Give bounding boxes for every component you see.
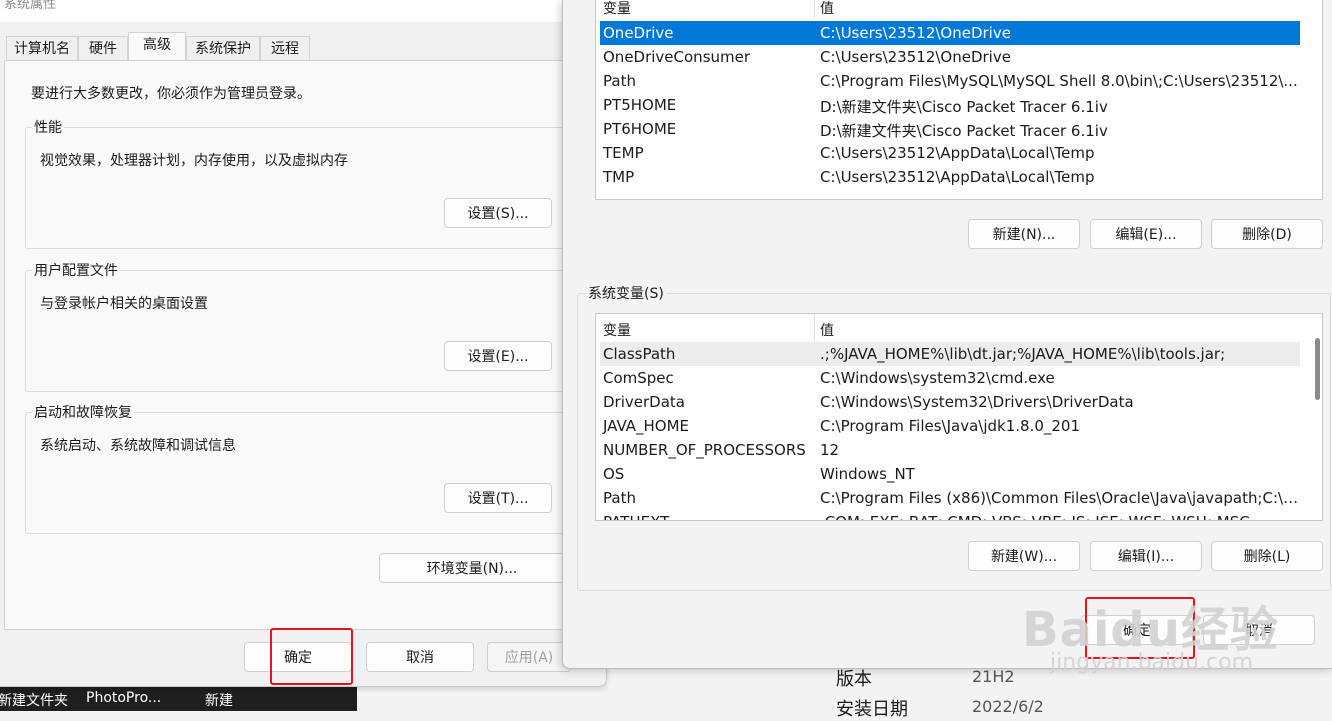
list-row[interactable]: OneDriveConsumer C:\Users\23512\OneDrive [600, 45, 1300, 69]
variable-value: C:\Users\23512\OneDrive [820, 24, 1011, 42]
variable-name: NUMBER_OF_PROCESSORS [603, 441, 806, 459]
list-row[interactable]: ClassPath .;%JAVA_HOME%\lib\dt.jar;%JAVA_… [600, 342, 1300, 366]
scrollbar-thumb[interactable] [1315, 338, 1320, 400]
advanced-tab-panel: 要进行大多数更改，你必须作为管理员登录。 性能 视觉效果，处理器计划，内存使用，… [4, 60, 575, 630]
tab-remote[interactable]: 远程 [260, 36, 310, 61]
variable-value: D:\新建文件夹\Cisco Packet Tracer 6.1iv [820, 122, 1108, 140]
admin-notice: 要进行大多数更改，你必须作为管理员登录。 [31, 86, 311, 102]
list-row[interactable]: PT6HOME D:\新建文件夹\Cisco Packet Tracer 6.1i… [600, 117, 1300, 141]
list-row[interactable]: OS Windows_NT [600, 462, 1300, 486]
system-properties-dialog: 系统属性 计算机名 硬件 高级 系统保护 远程 要进行大多数更改，你必须作为管理… [0, 0, 607, 687]
variable-name: TEMP [603, 144, 644, 162]
list-row[interactable]: DriverData C:\Windows\System32\Drivers\Dr… [600, 390, 1300, 414]
system-edit-button[interactable]: 编辑(I)... [1090, 541, 1202, 571]
variable-value: C:\Users\23512\OneDrive [820, 48, 1011, 66]
variable-value: C:\Program Files\Java\jdk1.8.0_201 [820, 417, 1081, 435]
performance-description: 视觉效果，处理器计划，内存使用，以及虚拟内存 [40, 153, 348, 169]
user-profiles-group: 用户配置文件 与登录帐户相关的桌面设置 设置(E)... [25, 260, 575, 392]
environment-variables-button[interactable]: 环境变量(N)... [379, 553, 565, 583]
system-variables-label: 系统变量(S) [586, 283, 666, 303]
taskbar-item-new[interactable]: 新建 [205, 690, 233, 710]
version-value: 21H2 [972, 667, 1015, 686]
list-row[interactable]: PATHEXT .COM;.EXE;.BAT;.CMD;.VBS;.VBE;.JS… [600, 510, 1300, 520]
list-row[interactable]: JAVA_HOME C:\Program Files\Java\jdk1.8.0_… [600, 414, 1300, 438]
variable-name: PT5HOME [603, 96, 677, 114]
variable-name: OS [603, 465, 625, 483]
system-vars-col-name[interactable]: 变量 [603, 320, 631, 340]
variable-value: Windows_NT [820, 465, 915, 483]
highlight-box-env-ok [1085, 597, 1195, 659]
user-vars-col-name[interactable]: 变量 [603, 0, 631, 18]
system-variables-list[interactable]: 变量 值 ClassPath .;%JAVA_HOME%\lib\dt.jar;%… [595, 313, 1323, 521]
system-delete-button[interactable]: 删除(L) [1211, 541, 1323, 571]
list-row[interactable]: TMP C:\Users\23512\AppData\Local\Temp [600, 165, 1300, 189]
variable-value: C:\Program Files\MySQL\MySQL Shell 8.0\b… [820, 72, 1298, 90]
tab-computer-name[interactable]: 计算机名 [6, 36, 78, 61]
user-profiles-settings-button[interactable]: 设置(E)... [444, 341, 552, 371]
variable-name: ClassPath [603, 345, 676, 363]
install-date-label: 安装日期 [836, 699, 908, 720]
variable-name: Path [603, 72, 636, 90]
variable-value: C:\Users\23512\AppData\Local\Temp [820, 144, 1095, 162]
variable-name: OneDriveConsumer [603, 48, 751, 66]
variable-name: TMP [603, 168, 635, 186]
performance-settings-button[interactable]: 设置(S)... [444, 198, 552, 228]
list-row[interactable]: OneDrive C:\Users\23512\OneDrive [600, 21, 1300, 45]
titlebar: 系统属性 [0, 0, 606, 22]
variable-value: C:\Windows\System32\Drivers\DriverData [820, 393, 1134, 411]
highlight-box-ok [270, 628, 353, 685]
variable-name: PT6HOME [603, 120, 677, 138]
startup-recovery-label: 启动和故障恢复 [32, 402, 134, 422]
apply-button[interactable]: 应用(A) [487, 642, 571, 672]
startup-recovery-group: 启动和故障恢复 系统启动、系统故障和调试信息 设置(T)... [25, 402, 575, 534]
system-vars-scrollbar[interactable] [1313, 318, 1321, 518]
variable-name: Path [603, 489, 636, 507]
variable-name: DriverData [603, 393, 685, 411]
taskbar: 新建文件夹 PhotoPro... 新建 [0, 685, 357, 711]
system-vars-col-value[interactable]: 值 [820, 320, 834, 340]
variable-value: C:\Users\23512\AppData\Local\Temp [820, 168, 1095, 186]
tab-hardware[interactable]: 硬件 [78, 36, 128, 61]
list-row[interactable]: ComSpec C:\Windows\system32\cmd.exe [600, 366, 1300, 390]
variable-value: 12 [820, 441, 840, 459]
variable-name: OneDrive [603, 24, 674, 42]
dialog-title: 系统属性 [4, 0, 57, 12]
user-edit-button[interactable]: 编辑(E)... [1090, 219, 1202, 249]
variable-value: D:\新建文件夹\Cisco Packet Tracer 6.1iv [820, 98, 1108, 116]
system-new-button[interactable]: 新建(W)... [968, 541, 1080, 571]
startup-recovery-description: 系统启动、系统故障和调试信息 [40, 438, 236, 454]
tab-system-protection[interactable]: 系统保护 [186, 36, 260, 61]
user-delete-button[interactable]: 删除(D) [1211, 219, 1323, 249]
cancel-button[interactable]: 取消 [366, 642, 474, 672]
environment-variables-dialog: 变量 值 OneDrive C:\Users\23512\OneDrive OneD… [562, 0, 1332, 669]
user-profiles-label: 用户配置文件 [32, 260, 120, 280]
user-new-button[interactable]: 新建(N)... [968, 219, 1080, 249]
user-vars-header: 变量 值 [596, 0, 1322, 19]
user-vars-col-value[interactable]: 值 [820, 0, 834, 18]
user-profiles-description: 与登录帐户相关的桌面设置 [40, 296, 208, 312]
list-row[interactable]: TEMP C:\Users\23512\AppData\Local\Temp [600, 141, 1300, 165]
variable-name: JAVA_HOME [603, 417, 690, 435]
taskbar-item-folder[interactable]: 新建文件夹 [0, 690, 68, 710]
variable-value: .;%JAVA_HOME%\lib\dt.jar;%JAVA_HOME%\lib… [820, 345, 1226, 363]
list-row[interactable]: PT5HOME D:\新建文件夹\Cisco Packet Tracer 6.1i… [600, 93, 1300, 117]
taskbar-item-photopro[interactable]: PhotoPro... [86, 690, 161, 706]
variable-value: C:\Windows\system32\cmd.exe [820, 369, 1055, 387]
variable-value: C:\Program Files (x86)\Common Files\Orac… [820, 489, 1300, 507]
list-row[interactable]: NUMBER_OF_PROCESSORS 12 [600, 438, 1300, 462]
variable-name: ComSpec [603, 369, 674, 387]
performance-group: 性能 视觉效果，处理器计划，内存使用，以及虚拟内存 设置(S)... [25, 117, 575, 249]
install-date-value: 2022/6/2 [972, 697, 1044, 716]
env-cancel-button[interactable]: 取消 [1203, 615, 1315, 645]
performance-label: 性能 [32, 117, 64, 137]
variable-name: PATHEXT [603, 513, 669, 520]
system-vars-header: 变量 值 [596, 314, 1322, 342]
list-row[interactable]: Path C:\Program Files\MySQL\MySQL Shell 8… [600, 69, 1300, 93]
list-row[interactable]: Path C:\Program Files (x86)\Common Files\… [600, 486, 1300, 510]
startup-recovery-settings-button[interactable]: 设置(T)... [444, 483, 552, 513]
tab-advanced[interactable]: 高级 [128, 32, 186, 62]
user-variables-list[interactable]: 变量 值 OneDrive C:\Users\23512\OneDrive OneD… [595, 0, 1323, 200]
variable-value: .COM;.EXE;.BAT;.CMD;.VBS;.VBE;.JS;.JSE;.… [820, 513, 1300, 520]
